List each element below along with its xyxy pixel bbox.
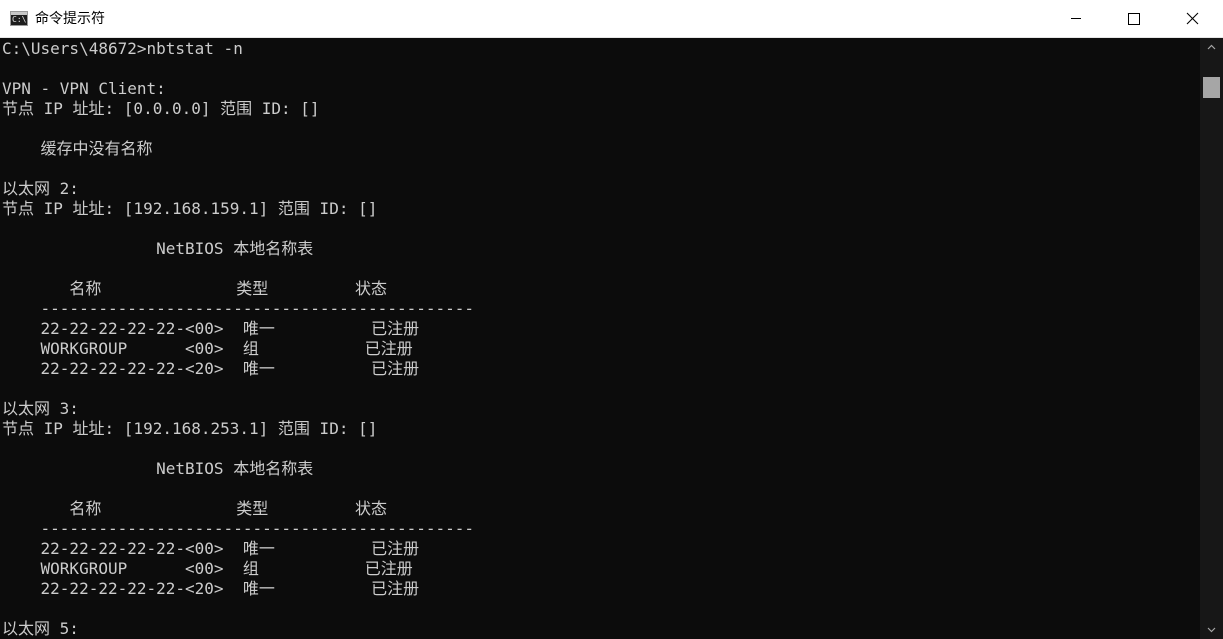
console-line: 节点 IP 址址: [0.0.0.0] 范围 ID: [] — [2, 99, 320, 118]
console-line: NetBIOS 本地名称表 — [2, 239, 314, 258]
console-line: VPN - VPN Client: — [2, 79, 166, 98]
chevron-up-icon — [1207, 44, 1216, 50]
maximize-button[interactable] — [1105, 0, 1163, 37]
console-output[interactable]: C:\Users\48672>nbtstat -n VPN - VPN Clien… — [2, 39, 1197, 639]
console-line: 22-22-22-22-22-<00> 唯一 已注册 — [2, 539, 420, 558]
console-line: WORKGROUP <00> 组 已注册 — [2, 559, 413, 578]
console-line: 节点 IP 址址: [192.168.253.1] 范围 ID: [] — [2, 419, 378, 438]
minimize-button[interactable] — [1047, 0, 1105, 37]
console-line: 名称 类型 状态 — [2, 499, 387, 518]
window-title: 命令提示符 — [35, 11, 105, 27]
vertical-scrollbar[interactable] — [1200, 38, 1223, 639]
title-bar[interactable]: C:\ 命令提示符 — [0, 0, 1223, 38]
console-line: 节点 IP 址址: [192.168.159.1] 范围 ID: [] — [2, 199, 378, 218]
console-line: 以太网 3: — [2, 399, 79, 418]
console-line: 缓存中没有名称 — [2, 139, 153, 158]
maximize-icon — [1128, 13, 1140, 25]
console-line: 22-22-22-22-22-<20> 唯一 已注册 — [2, 579, 420, 598]
console-line: 以太网 2: — [2, 179, 79, 198]
console-line: 以太网 5: — [2, 619, 79, 638]
console-line: NetBIOS 本地名称表 — [2, 459, 314, 478]
console-line: 名称 类型 状态 — [2, 279, 387, 298]
console-line: ----------------------------------------… — [2, 299, 475, 318]
chevron-down-icon — [1207, 627, 1216, 633]
app-icon-text: C:\ — [12, 15, 27, 24]
console-line: ----------------------------------------… — [2, 519, 475, 538]
command-prompt-window: C:\ 命令提示符 C:\Users\48672>nbtstat -n VPN -… — [0, 0, 1223, 639]
scroll-up-button[interactable] — [1200, 38, 1223, 56]
command-prompt-icon[interactable]: C:\ — [10, 11, 28, 26]
console-line: WORKGROUP <00> 组 已注册 — [2, 339, 413, 358]
console-line: 22-22-22-22-22-<20> 唯一 已注册 — [2, 359, 420, 378]
console-line: C:\Users\48672>nbtstat -n — [2, 39, 243, 58]
console-line: 22-22-22-22-22-<00> 唯一 已注册 — [2, 319, 420, 338]
minimize-icon — [1071, 18, 1081, 19]
close-icon — [1186, 12, 1199, 25]
scroll-thumb[interactable] — [1203, 77, 1220, 98]
close-button[interactable] — [1163, 0, 1223, 37]
scroll-down-button[interactable] — [1200, 621, 1223, 639]
